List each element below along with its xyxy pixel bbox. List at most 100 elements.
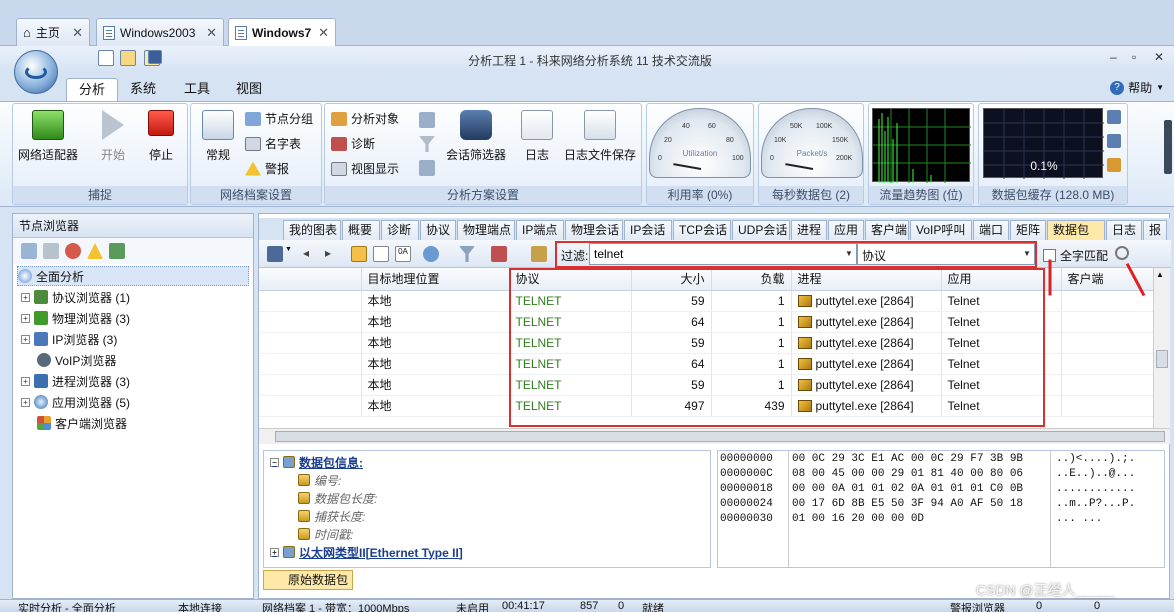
column-header[interactable]: 大小 [631,268,712,291]
general-button[interactable]: 常规 [197,110,239,163]
buffer-lock-icon[interactable] [1107,158,1121,172]
open-folder-icon[interactable] [120,50,136,66]
view-tab[interactable]: TCP会话 [673,220,731,240]
doc-tab-windows2003[interactable]: Windows2003 ✕ [96,18,224,46]
node-group-button[interactable]: 节点分组 [245,110,313,127]
start-button[interactable]: 开始 [91,110,135,163]
ribbon-scroll-handle[interactable] [1164,120,1172,174]
hex-view-icon[interactable]: 0A [395,246,411,262]
tree-item-physical[interactable]: + 物理浏览器 (3) [21,308,130,328]
view-tab[interactable]: IP会话 [624,220,672,240]
ribbon-tab-analysis[interactable]: 分析 [66,78,119,102]
log-button[interactable]: 日志 [519,110,555,163]
search-icon[interactable] [1115,246,1129,260]
raw-packet-tab[interactable]: 原始数据包 [263,570,353,590]
ribbon-tab-system[interactable]: 系统 [118,78,168,102]
expand-icon[interactable]: + [21,313,30,323]
session-filter-button[interactable]: 会话筛选器 [443,110,509,163]
status-alarm[interactable]: 警报浏览器 [950,600,1005,612]
expand-icon[interactable]: + [21,292,30,302]
view-tab[interactable]: 日志 [1106,220,1142,240]
chevron-down-icon[interactable]: ▼ [843,244,855,264]
diagnosis-button[interactable]: 诊断 [331,135,375,152]
view-display-button[interactable]: 视图显示 [331,160,399,177]
tree-field[interactable]: 捕获长度: [298,507,365,525]
minimize-icon[interactable]: – [1110,50,1117,64]
ribbon-tab-tools[interactable]: 工具 [172,78,222,102]
view-tab[interactable]: 诊断 [381,220,419,240]
doc-tab-home[interactable]: ⌂ 主页 ✕ [16,18,90,46]
tree-item-ip[interactable]: + IP浏览器 (3) [21,329,117,349]
color-node-icon[interactable] [65,243,81,259]
view-tab[interactable]: 概要 [342,220,380,240]
column-header[interactable]: 进程 [791,268,942,291]
decode-icon[interactable] [423,246,439,262]
log-save-button[interactable]: 日志文件保存 [561,110,639,163]
table-row[interactable]: 本地 TELNET 59 1 puttytel.exe [2864] Telnet [259,290,1153,312]
filter-icon[interactable] [43,243,59,259]
protocol-select[interactable]: 协议 [857,243,1035,265]
column-header[interactable] [259,268,362,291]
tree-item-full-analysis[interactable]: 全面分析 [17,266,249,286]
scroll-thumb[interactable] [275,431,1165,442]
name-table-button[interactable]: 名字表 [245,135,301,152]
arrow-right-icon[interactable]: ▸ [325,246,341,262]
refresh-icon[interactable] [109,243,125,259]
chevron-down-icon[interactable]: ▼ [285,246,293,262]
view-tab[interactable]: 物理端点 [457,220,515,240]
expand-icon[interactable]: + [270,547,279,557]
stop-button[interactable]: 停止 [139,110,183,163]
ribbon-tab-view[interactable]: 视图 [224,78,274,102]
view-tab[interactable]: 我的图表 [283,220,341,240]
scroll-up-icon[interactable]: ▲ [1156,270,1164,279]
chevron-down-icon[interactable]: ▼ [1021,244,1033,264]
close-window-icon[interactable]: ✕ [1154,50,1164,64]
tree-field[interactable]: 数据包长度: [298,489,377,507]
view-tab[interactable]: 端口 [973,220,1009,240]
analysis-object-button[interactable]: 分析对象 [331,110,399,127]
tree-item-client[interactable]: 客户端浏览器 [37,413,127,433]
doc-tab-windows7[interactable]: Windows7 ✕ [228,18,336,47]
db-icon[interactable] [419,112,435,128]
table-row[interactable]: 本地 TELNET 64 1 puttytel.exe [2864] Telnet [259,311,1153,333]
buffer-export-icon[interactable] [1107,134,1121,148]
horizontal-scrollbar[interactable] [259,428,1170,444]
help-button[interactable]: ? 帮助 ▼ [1110,79,1164,96]
list-view-icon[interactable] [351,246,367,262]
view-tab[interactable]: 报 [1143,220,1167,240]
full-match-checkbox[interactable]: 全字匹配 [1043,247,1108,264]
column-header[interactable]: 负载 [711,268,792,291]
network-adapter-button[interactable]: 网络适配器 [17,110,79,163]
column-header[interactable]: 应用 [941,268,1062,291]
expand-icon[interactable]: + [21,334,30,344]
view-tab[interactable]: 客户端 [865,220,909,240]
save-icon[interactable] [267,246,283,262]
detail-view-icon[interactable] [373,246,389,262]
tree-node-ethernet[interactable]: + 以太网类型II[Ethernet Type II] [270,543,463,561]
view-tab[interactable]: VoIP呼叫 [910,220,972,240]
match-icon[interactable] [531,246,547,262]
arrow-left-icon[interactable]: ◂ [303,246,319,262]
warning-icon[interactable] [87,243,103,259]
view-tab[interactable]: 数据包 [1047,220,1105,240]
table-row[interactable]: 本地 TELNET 497 439 puttytel.exe [2864] Telnet [259,395,1153,417]
tree-field[interactable]: 编号: [298,471,341,489]
tree-item-protocol[interactable]: + 协议浏览器 (1) [21,287,130,307]
tree-item-process[interactable]: + 进程浏览器 (3) [21,371,130,391]
tree-field[interactable]: 时间戳: [298,525,353,543]
close-icon[interactable]: ✕ [318,25,329,41]
view-tab[interactable]: 矩阵 [1010,220,1046,240]
view-tab[interactable]: 物理会话 [565,220,623,240]
table-row[interactable]: 本地 TELNET 59 1 puttytel.exe [2864] Telnet [259,332,1153,354]
save-icon[interactable] [148,50,162,64]
restore-icon[interactable]: ▫ [1132,50,1136,64]
tree-node-packet-info[interactable]: − 数据包信息: [270,453,363,471]
filter-input[interactable] [589,243,857,265]
view-tab[interactable]: UDP会话 [732,220,790,240]
add-node-icon[interactable] [21,243,37,259]
tree-item-application[interactable]: + 应用浏览器 (5) [21,392,130,412]
column-header[interactable]: 目标地理位置 [361,268,510,291]
filter-icon[interactable] [459,246,475,262]
close-icon[interactable]: ✕ [206,25,217,41]
expand-icon[interactable]: + [21,397,30,407]
